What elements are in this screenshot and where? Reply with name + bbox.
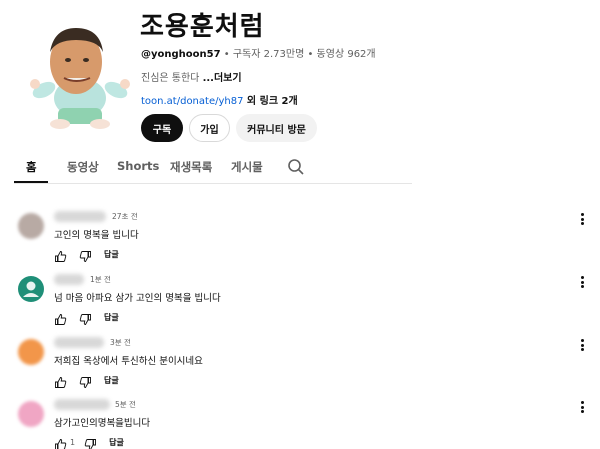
- extra-links[interactable]: 외 링크 2개: [243, 96, 298, 107]
- more-vert-icon[interactable]: [576, 274, 588, 290]
- tab-shorts[interactable]: Shorts: [117, 159, 159, 173]
- thumbs-up-icon[interactable]: [54, 436, 67, 449]
- meta-separator: •: [304, 49, 317, 60]
- community-button[interactable]: 커뮤니티 방문: [236, 114, 317, 142]
- comment-actions: 답글: [54, 310, 119, 325]
- reply-button[interactable]: 답글: [104, 249, 119, 260]
- subscriber-count: 구독자 2.73만명: [232, 49, 305, 60]
- thumbs-up-icon[interactable]: [54, 248, 67, 262]
- comment-text: 저희집 옥상에서 투신하신 분이시네요: [54, 356, 203, 367]
- thumbs-down-icon[interactable]: [79, 374, 92, 388]
- comment-time[interactable]: 5분 전: [115, 399, 136, 410]
- tab-videos[interactable]: 동영상: [67, 159, 99, 175]
- comment-item: 5분 전 삼가고인의명복을빕니다 1 답글: [18, 399, 588, 449]
- thumbs-up-icon[interactable]: [54, 374, 67, 388]
- channel-description[interactable]: 진심은 통한다 ...더보기: [141, 69, 242, 84]
- channel-meta: @yonghoon57 • 구독자 2.73만명 • 동영상 962개: [141, 45, 376, 60]
- comment-item: 27초 전 고인의 명복을 빕니다 답글: [18, 211, 588, 273]
- more-vert-icon[interactable]: [576, 399, 588, 415]
- thumbs-down-icon[interactable]: [79, 311, 92, 325]
- comment-author[interactable]: [54, 274, 84, 285]
- comment-author[interactable]: [54, 399, 110, 410]
- avatar[interactable]: [18, 276, 44, 302]
- video-count: 동영상 962개: [316, 49, 376, 60]
- thumbs-down-icon[interactable]: [79, 248, 92, 262]
- tab-playlists[interactable]: 재생목록: [170, 159, 212, 175]
- description-text: 진심은 통한다: [141, 73, 203, 84]
- more-link[interactable]: ...더보기: [203, 73, 242, 84]
- subscribe-button[interactable]: 구독: [141, 114, 183, 142]
- comment-actions: 1 답글: [54, 435, 124, 449]
- search-icon[interactable]: [287, 158, 305, 176]
- comment-text: 넘 마음 아파요 삼가 고인의 명복을 빕니다: [54, 293, 221, 304]
- reply-button[interactable]: 답글: [109, 437, 124, 448]
- comment-time[interactable]: 1분 전: [90, 274, 111, 285]
- comment-actions: 답글: [54, 247, 119, 262]
- comment-text: 삼가고인의명복을빕니다: [54, 418, 151, 429]
- reply-button[interactable]: 답글: [104, 375, 119, 386]
- tab-home[interactable]: 홈: [26, 159, 37, 175]
- avatar[interactable]: [18, 401, 44, 427]
- channel-handle: @yonghoon57: [141, 49, 221, 60]
- comment-time[interactable]: 3분 전: [110, 337, 131, 348]
- comment-text: 고인의 명복을 빕니다: [54, 230, 139, 241]
- meta-separator: •: [220, 49, 233, 60]
- reply-button[interactable]: 답글: [104, 312, 119, 323]
- channel-links[interactable]: toon.at/donate/yh87 외 링크 2개: [141, 92, 298, 107]
- more-vert-icon[interactable]: [576, 337, 588, 353]
- thumbs-down-icon[interactable]: [84, 436, 97, 449]
- tab-posts[interactable]: 게시물: [231, 159, 263, 175]
- channel-avatar: [28, 22, 132, 134]
- comment-time[interactable]: 27초 전: [112, 211, 138, 222]
- comment-author[interactable]: [54, 337, 104, 348]
- thumbs-up-icon[interactable]: [54, 311, 67, 325]
- avatar[interactable]: [18, 213, 44, 239]
- donate-link[interactable]: toon.at/donate/yh87: [141, 96, 243, 107]
- more-vert-icon[interactable]: [576, 211, 588, 227]
- comment-actions: 답글: [54, 373, 119, 388]
- comment-author[interactable]: [54, 211, 106, 222]
- like-count: 1: [70, 437, 76, 447]
- comment-item: 1분 전 넘 마음 아파요 삼가 고인의 명복을 빕니다 답글: [18, 274, 588, 336]
- channel-name: 조용훈처럼: [140, 12, 265, 42]
- comment-item: 3분 전 저희집 옥상에서 투신하신 분이시네요 답글: [18, 337, 588, 399]
- channel-tabs: 홈 동영상 Shorts 재생목록 게시물: [14, 150, 412, 184]
- avatar[interactable]: [18, 339, 44, 365]
- active-tab-underline: [14, 181, 48, 183]
- join-button[interactable]: 가입: [189, 114, 230, 142]
